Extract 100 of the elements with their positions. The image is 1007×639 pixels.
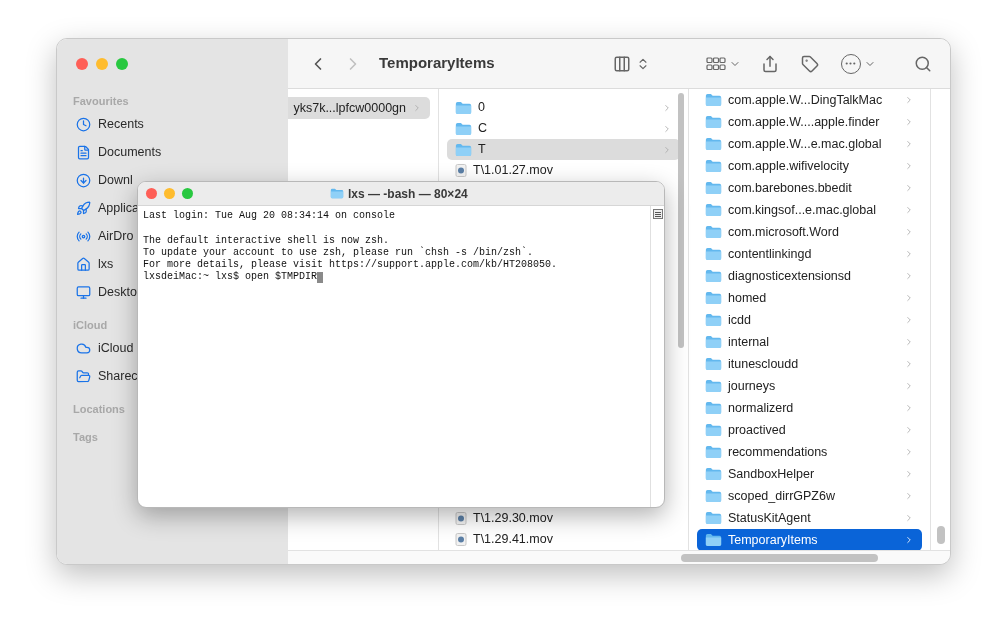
grid-icon[interactable]	[705, 55, 726, 72]
file-row[interactable]: T\1.01.27.mov	[447, 160, 680, 181]
file-row[interactable]: scoped_dirrGPZ6w	[697, 485, 922, 507]
file-row[interactable]: 0	[447, 97, 680, 118]
document-icon	[76, 144, 91, 160]
file-row[interactable]: com.apple.W...e.mac.global	[697, 133, 922, 155]
chevron-icon	[904, 513, 914, 523]
chevron-icon	[904, 95, 914, 105]
chevron-icon	[904, 447, 914, 457]
folder-icon	[705, 313, 722, 327]
scrollbar[interactable]	[681, 554, 878, 562]
folder-icon	[705, 159, 722, 173]
window-title: TemporaryItems	[379, 53, 495, 74]
chevron-icon	[904, 161, 914, 171]
sidebar-heading: Favourites	[73, 93, 130, 109]
terminal-line: lxsdeiMac:~ lxs$ open $TMPDIR	[143, 271, 318, 284]
folder-icon	[705, 203, 722, 217]
sidebar-item[interactable]: Sharec	[73, 362, 138, 390]
folder-icon	[455, 100, 472, 115]
movie-file-icon	[455, 512, 467, 525]
scrollbar[interactable]	[937, 526, 945, 544]
chevron-icon	[904, 469, 914, 479]
file-row[interactable]: TemporaryItems	[697, 529, 922, 550]
file-row[interactable]: T	[447, 139, 680, 160]
file-row[interactable]: contentlinkingd	[697, 243, 922, 265]
chevron-icon	[662, 123, 672, 134]
scrollbar[interactable]	[678, 93, 684, 348]
chevron-icon	[904, 535, 914, 545]
terminal-line: To update your account to use zsh, please run `chsh -s /bin/zsh`.	[143, 246, 534, 259]
folder-icon	[705, 115, 722, 129]
rocket-icon	[76, 200, 91, 216]
chevron-icon	[904, 249, 914, 259]
folder-icon	[705, 225, 722, 239]
clock-icon	[76, 116, 91, 132]
folder-icon	[455, 121, 472, 136]
folder-icon	[705, 533, 722, 547]
file-row[interactable]: diagnosticextensionsd	[697, 265, 922, 287]
folder-icon	[705, 401, 722, 415]
folder-icon	[705, 511, 722, 525]
file-row[interactable]: C	[447, 118, 680, 139]
file-row[interactable]: itunescloudd	[697, 353, 922, 375]
sidebar-heading: Tags	[73, 429, 99, 445]
minimize-button[interactable]	[164, 188, 175, 199]
folder-icon	[705, 269, 722, 283]
sidebar-item[interactable]: Deskto	[73, 278, 137, 306]
file-row[interactable]: com.apple.W...DingTalkMac	[697, 89, 922, 111]
chevron-icon	[904, 491, 914, 501]
folder-icon	[705, 137, 722, 151]
folder-icon	[455, 142, 472, 157]
chevron-icon	[904, 205, 914, 215]
window-title: lxs — -bash — 80×24	[348, 185, 468, 203]
chevron-icon	[904, 381, 914, 391]
sidebar-item[interactable]: Downl	[73, 166, 133, 194]
folder-icon	[705, 181, 722, 195]
scroll-marker-icon[interactable]	[652, 209, 663, 219]
minimize-button[interactable]	[96, 58, 108, 70]
file-row[interactable]: recommendations	[697, 441, 922, 463]
folder-icon	[705, 445, 722, 459]
file-row[interactable]: journeys	[697, 375, 922, 397]
sidebar-item[interactable]: iCloud	[73, 334, 134, 362]
zoom-button[interactable]	[182, 188, 193, 199]
close-button[interactable]	[146, 188, 157, 199]
tag-icon[interactable]	[800, 54, 819, 73]
file-row[interactable]: internal	[697, 331, 922, 353]
download-icon	[76, 172, 91, 188]
file-row[interactable]: icdd	[697, 309, 922, 331]
sidebar-heading: iCloud	[73, 317, 109, 333]
file-row[interactable]: com.kingsof...e.mac.global	[697, 199, 922, 221]
file-row[interactable]: homed	[697, 287, 922, 309]
sidebar-item[interactable]: Recents	[73, 110, 144, 138]
folder-icon	[705, 423, 722, 437]
sidebar-item[interactable]: AirDro	[73, 222, 134, 250]
file-row[interactable]: StatusKitAgent	[697, 507, 922, 529]
folder-icon	[705, 93, 722, 107]
file-row[interactable]: SandboxHelper	[697, 463, 922, 485]
file-row[interactable]: T\1.29.30.mov	[447, 508, 680, 529]
chevron-icon	[662, 144, 672, 155]
chevron-icon	[662, 102, 672, 113]
file-row[interactable]: com.barebones.bbedit	[697, 177, 922, 199]
chevron-icon	[904, 227, 914, 237]
chevron-icon	[412, 103, 422, 113]
close-button[interactable]	[76, 58, 88, 70]
sidebar-item[interactable]: lxs	[73, 250, 114, 278]
folder-icon	[705, 357, 722, 371]
file-row[interactable]: com.apple.wifivelocity	[697, 155, 922, 177]
chevron-icon	[904, 403, 914, 413]
share-icon[interactable]	[760, 54, 779, 73]
search-icon[interactable]	[914, 54, 932, 73]
chevron-icon	[904, 183, 914, 193]
file-row[interactable]: proactived	[697, 419, 922, 441]
file-row[interactable]: normalizerd	[697, 397, 922, 419]
file-row[interactable]: com.microsoft.Word	[697, 221, 922, 243]
file-row[interactable]: yks7k...lpfcw0000gn	[288, 97, 430, 119]
movie-file-icon	[455, 164, 467, 177]
sidebar-item[interactable]: Documents	[73, 138, 162, 166]
terminal-line: Last login: Tue Aug 20 08:34:14 on console	[143, 210, 396, 223]
folder-icon	[705, 247, 722, 261]
zoom-button[interactable]	[116, 58, 128, 70]
file-row[interactable]: T\1.29.41.mov	[447, 529, 680, 550]
file-row[interactable]: com.apple.W....apple.finder	[697, 111, 922, 133]
